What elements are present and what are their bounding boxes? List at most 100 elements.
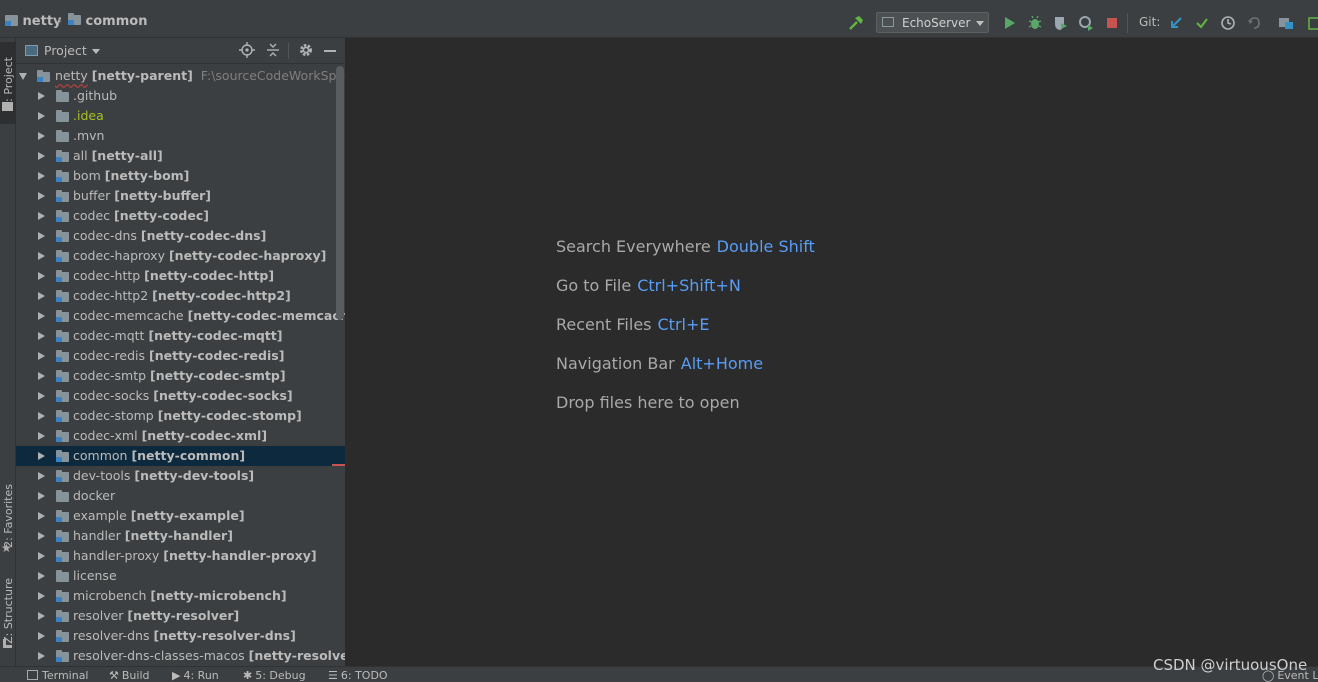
collapsed-arrow-icon[interactable] (38, 312, 45, 320)
tree-item[interactable]: license (16, 566, 345, 586)
run-configuration-select[interactable]: EchoServer (876, 12, 989, 33)
tree-item[interactable]: codec-socks [netty-codec-socks] (16, 386, 345, 406)
collapsed-arrow-icon[interactable] (38, 372, 45, 380)
collapsed-arrow-icon[interactable] (38, 332, 45, 340)
tree-item[interactable]: handler [netty-handler] (16, 526, 345, 546)
tree-item[interactable]: microbench [netty-microbench] (16, 586, 345, 606)
collapsed-arrow-icon[interactable] (38, 352, 45, 360)
tree-item[interactable]: codec-stomp [netty-codec-stomp] (16, 406, 345, 426)
tree-item[interactable]: codec-http [netty-codec-http] (16, 266, 345, 286)
tree-item[interactable]: codec-mqtt [netty-codec-mqtt] (16, 326, 345, 346)
tree-item[interactable]: codec-dns [netty-codec-dns] (16, 226, 345, 246)
tree-item[interactable]: codec-haproxy [netty-codec-haproxy] (16, 246, 345, 266)
collapsed-arrow-icon[interactable] (38, 412, 45, 420)
coverage-icon[interactable] (1050, 13, 1070, 33)
tree-item[interactable]: codec-memcache [netty-codec-memcache] (16, 306, 345, 326)
tool-tab-terminal[interactable]: Terminal (27, 669, 89, 682)
view-select-chevron-down-icon[interactable] (92, 49, 100, 54)
minimize-icon[interactable] (324, 50, 336, 52)
tool-tab-project[interactable]: 1: Project (0, 42, 16, 124)
editor-empty-area[interactable]: Search Everywhere Double Shift Go to File… (346, 38, 1318, 666)
project-structure-icon[interactable] (1276, 13, 1296, 33)
collapsed-arrow-icon[interactable] (38, 292, 45, 300)
collapsed-arrow-icon[interactable] (38, 652, 45, 660)
collapsed-arrow-icon[interactable] (38, 232, 45, 240)
collapsed-arrow-icon[interactable] (38, 92, 45, 100)
collapsed-arrow-icon[interactable] (38, 272, 45, 280)
project-view-title[interactable]: Project (44, 43, 87, 58)
tree-item[interactable]: codec [netty-codec] (16, 206, 345, 226)
tool-tab-build[interactable]: ⚒ Build (109, 669, 150, 682)
debug-bug-icon[interactable] (1025, 13, 1045, 33)
folder-icon (56, 110, 69, 122)
tree-item-selected[interactable]: common [netty-common] (16, 446, 345, 466)
collapsed-arrow-icon[interactable] (38, 572, 45, 580)
tree-root[interactable]: netty [netty-parent] F:\sourceCodeWorkSp… (16, 66, 345, 86)
collapsed-arrow-icon[interactable] (38, 192, 45, 200)
sdk-icon[interactable] (1304, 13, 1318, 33)
tree-item[interactable]: dev-tools [netty-dev-tools] (16, 466, 345, 486)
module-folder-icon (56, 310, 69, 322)
tree-scrollbar[interactable] (336, 66, 344, 320)
profiler-icon[interactable] (1076, 13, 1096, 33)
tree-item[interactable]: buffer [netty-buffer] (16, 186, 345, 206)
collapsed-arrow-icon[interactable] (38, 612, 45, 620)
module-folder-icon (56, 170, 69, 182)
collapsed-arrow-icon[interactable] (38, 432, 45, 440)
collapsed-arrow-icon[interactable] (38, 472, 45, 480)
breadcrumb-module[interactable]: common (68, 13, 147, 29)
hint-label: Search Everywhere (556, 237, 711, 256)
collapsed-arrow-icon[interactable] (38, 512, 45, 520)
collapsed-arrow-icon[interactable] (38, 452, 45, 460)
git-rollback-icon[interactable] (1244, 13, 1264, 33)
tree-item[interactable]: codec-http2 [netty-codec-http2] (16, 286, 345, 306)
build-hammer-icon[interactable] (846, 13, 866, 33)
collapsed-arrow-icon[interactable] (38, 552, 45, 560)
run-icon[interactable] (999, 13, 1019, 33)
collapsed-arrow-icon[interactable] (38, 632, 45, 640)
tree-item[interactable]: example [netty-example] (16, 506, 345, 526)
tree-item[interactable]: handler-proxy [netty-handler-proxy] (16, 546, 345, 566)
collapse-all-icon[interactable] (265, 42, 281, 61)
tree-item[interactable]: .github (16, 86, 345, 106)
stop-icon[interactable] (1102, 13, 1122, 33)
tree-item[interactable]: codec-smtp [netty-codec-smtp] (16, 366, 345, 386)
collapsed-arrow-icon[interactable] (38, 212, 45, 220)
watermark: CSDN @virtuousOne (1153, 656, 1308, 674)
collapsed-arrow-icon[interactable] (38, 392, 45, 400)
tree-item[interactable]: resolver-dns-classes-macos [netty-resolv… (16, 646, 345, 666)
tree-item[interactable]: .idea (16, 106, 345, 126)
collapsed-arrow-icon[interactable] (38, 172, 45, 180)
tree-item-module: [netty-codec-mqtt] (148, 328, 283, 343)
collapsed-arrow-icon[interactable] (38, 252, 45, 260)
collapsed-arrow-icon[interactable] (38, 492, 45, 500)
tree-item[interactable]: codec-redis [netty-codec-redis] (16, 346, 345, 366)
collapsed-arrow-icon[interactable] (38, 532, 45, 540)
module-folder-icon (56, 610, 69, 622)
tree-item[interactable]: codec-xml [netty-codec-xml] (16, 426, 345, 446)
collapsed-arrow-icon[interactable] (38, 132, 45, 140)
locate-crosshair-icon[interactable] (239, 42, 255, 61)
collapsed-arrow-icon[interactable] (38, 152, 45, 160)
tree-item[interactable]: bom [netty-bom] (16, 166, 345, 186)
tool-tab-debug[interactable]: ✱ 5: Debug (243, 669, 306, 682)
tree-item[interactable]: resolver-dns [netty-resolver-dns] (16, 626, 345, 646)
module-folder-icon (68, 13, 81, 25)
module-folder-icon (56, 390, 69, 402)
expanded-arrow-icon[interactable] (19, 73, 27, 80)
tree-item[interactable]: all [netty-all] (16, 146, 345, 166)
gear-icon[interactable] (298, 42, 314, 61)
tree-item[interactable]: resolver [netty-resolver] (16, 606, 345, 626)
tree-item[interactable]: .mvn (16, 126, 345, 146)
tool-tab-terminal-label: Terminal (42, 669, 89, 682)
git-update-icon[interactable] (1166, 13, 1186, 33)
tool-tab-todo[interactable]: ☰ 6: TODO (328, 669, 388, 682)
collapsed-arrow-icon[interactable] (38, 112, 45, 120)
tool-tab-run[interactable]: ▶ 4: Run (172, 669, 219, 682)
git-history-clock-icon[interactable] (1218, 13, 1238, 33)
git-commit-check-icon[interactable] (1192, 13, 1212, 33)
hint-label: Recent Files (556, 315, 652, 334)
tree-item[interactable]: docker (16, 486, 345, 506)
breadcrumb-project[interactable]: netty (5, 14, 62, 29)
collapsed-arrow-icon[interactable] (38, 592, 45, 600)
